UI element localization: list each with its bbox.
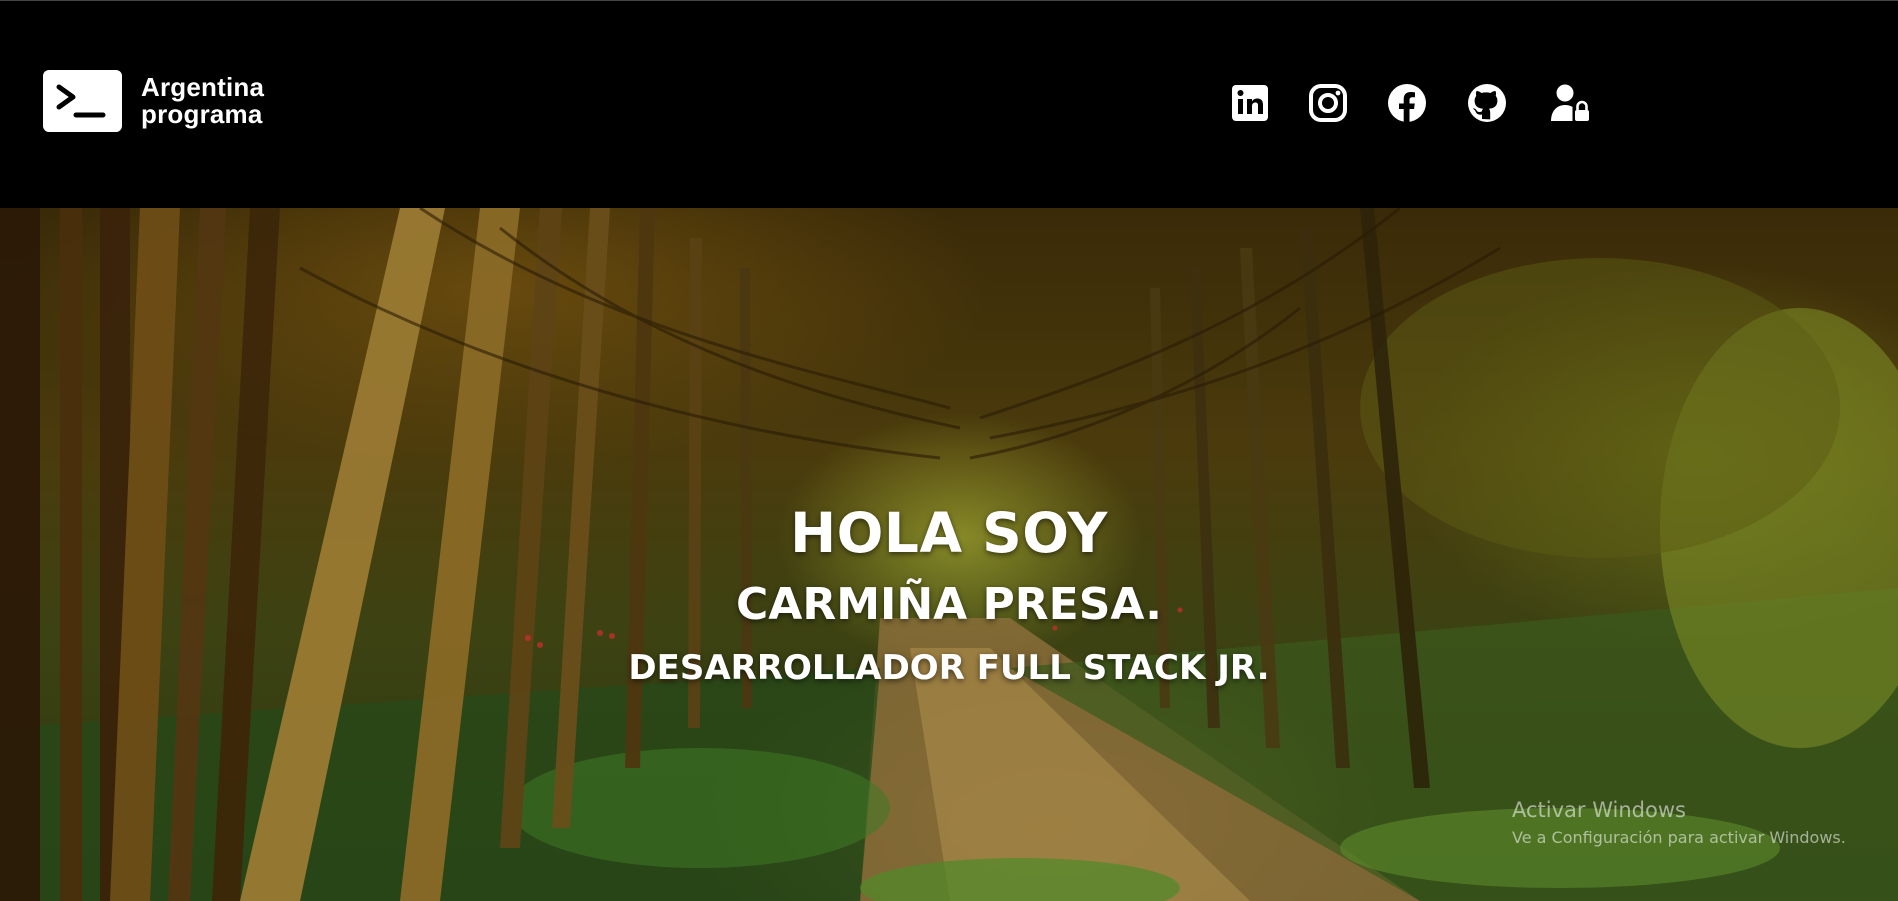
hero-title: HOLA SOY	[790, 501, 1108, 565]
top-navbar: Argentina programa	[0, 0, 1898, 208]
facebook-link[interactable]	[1383, 79, 1431, 127]
hero-banner: HOLA SOY CARMIÑA PRESA. DESARROLLADOR FU…	[0, 208, 1898, 901]
brand-line-1: Argentina	[141, 72, 265, 102]
terminal-prompt-icon	[43, 70, 122, 132]
login-link[interactable]	[1546, 79, 1594, 127]
github-icon	[1468, 84, 1506, 122]
hero-role: DESARROLLADOR FULL STACK JR.	[628, 648, 1270, 688]
github-link[interactable]	[1463, 79, 1511, 127]
linkedin-icon	[1232, 85, 1268, 121]
portfolio-page: Argentina programa HOLA SOY CARMIÑA PRES…	[0, 0, 1898, 901]
watermark-title: Activar Windows	[1512, 798, 1686, 822]
instagram-link[interactable]	[1304, 79, 1352, 127]
brand-name: Argentina programa	[141, 74, 264, 128]
brand-line-2: programa	[141, 99, 263, 129]
brand-logo-link[interactable]: Argentina programa	[43, 70, 264, 132]
watermark-subtitle: Ve a Configuración para activar Windows.	[1512, 828, 1846, 847]
linkedin-link[interactable]	[1226, 79, 1274, 127]
facebook-icon	[1388, 84, 1426, 122]
user-lock-icon	[1551, 84, 1589, 121]
windows-activation-watermark: Activar Windows Ve a Configuración para …	[1512, 798, 1846, 847]
instagram-icon	[1309, 84, 1347, 122]
hero-name: CARMIÑA PRESA.	[735, 579, 1163, 630]
